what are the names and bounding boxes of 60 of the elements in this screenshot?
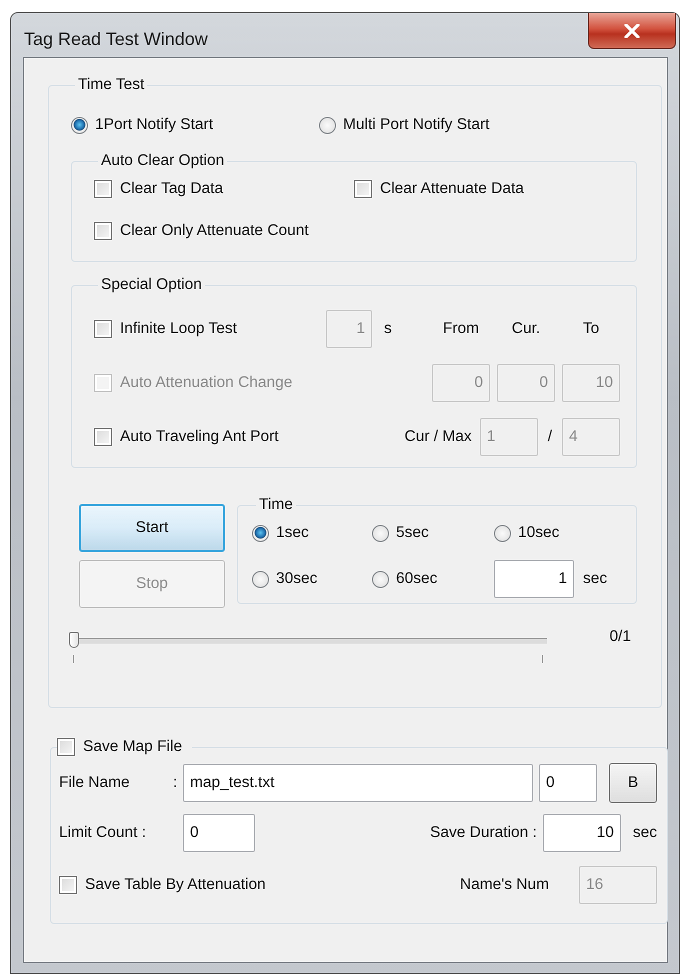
radio-label: 10sec xyxy=(518,524,560,542)
checkbox-label: Clear Only Attenuate Count xyxy=(120,222,309,240)
radio-button[interactable] xyxy=(372,570,389,588)
unit-label: sec xyxy=(632,824,657,842)
colon-label: : xyxy=(173,774,178,792)
separator-label: / xyxy=(548,428,552,446)
checkbox-label: Auto Traveling Ant Port xyxy=(120,428,279,446)
checkbox[interactable] xyxy=(94,222,112,240)
radio-button[interactable] xyxy=(372,524,389,542)
radio-label: Multi Port Notify Start xyxy=(343,116,490,134)
checkbox[interactable] xyxy=(354,180,372,198)
field-label: File Name xyxy=(59,774,131,792)
input-field[interactable]: 10 xyxy=(542,814,621,852)
column-header: To xyxy=(582,320,600,338)
radio-button[interactable] xyxy=(252,524,269,542)
unit-label: s xyxy=(384,320,392,338)
unit-label: sec xyxy=(583,570,608,588)
tick-mark xyxy=(542,655,543,663)
input-field[interactable]: 0 xyxy=(183,814,255,852)
checkbox-label: Auto Attenuation Change xyxy=(120,374,292,392)
radio-button[interactable] xyxy=(319,116,336,134)
checkbox[interactable] xyxy=(57,738,75,756)
group-title: Time xyxy=(258,496,294,514)
checkbox[interactable] xyxy=(94,180,112,198)
field-label: Cur / Max xyxy=(404,428,472,446)
group-title: Special Option xyxy=(100,276,203,294)
group-title: Auto Clear Option xyxy=(100,152,226,170)
tick-mark xyxy=(73,655,74,663)
column-header: From xyxy=(442,320,480,338)
radio-label: 30sec xyxy=(276,570,318,588)
close-icon xyxy=(624,24,640,38)
radio-button[interactable] xyxy=(71,116,88,134)
input-field[interactable]: map_test.txt xyxy=(183,764,533,802)
progress-reading: 0/1 xyxy=(609,628,631,646)
checkbox-label: Clear Tag Data xyxy=(120,180,224,198)
input-field[interactable]: 1 xyxy=(494,560,574,598)
slider-thumb[interactable] xyxy=(69,632,79,648)
checkbox[interactable] xyxy=(59,876,77,894)
input-field[interactable]: 0 xyxy=(539,764,597,802)
field-label: Limit Count : xyxy=(59,824,148,842)
radio-label: 1sec xyxy=(276,524,309,542)
checkbox-label: Save Map File xyxy=(83,738,182,756)
push-button[interactable]: Start xyxy=(79,504,225,552)
close-button[interactable] xyxy=(588,13,676,49)
checkbox[interactable] xyxy=(94,320,112,338)
radio-label: 1Port Notify Start xyxy=(95,116,214,134)
browse-button[interactable]: B xyxy=(609,763,657,803)
checkbox-label: Clear Attenuate Data xyxy=(380,180,524,198)
radio-label: 5sec xyxy=(396,524,429,542)
window-title: Tag Read Test Window xyxy=(24,29,208,50)
radio-label: 60sec xyxy=(396,570,438,588)
field-label: Save Duration : xyxy=(430,824,537,842)
radio-button[interactable] xyxy=(252,570,269,588)
group-title: Time Test xyxy=(77,76,146,94)
checkbox[interactable] xyxy=(94,428,112,446)
checkbox-label: Infinite Loop Test xyxy=(120,320,237,338)
field-label: Name's Num xyxy=(460,876,549,894)
checkbox-label: Save Table By Attenuation xyxy=(85,876,266,894)
column-header: Cur. xyxy=(510,320,542,338)
radio-button[interactable] xyxy=(494,524,511,542)
